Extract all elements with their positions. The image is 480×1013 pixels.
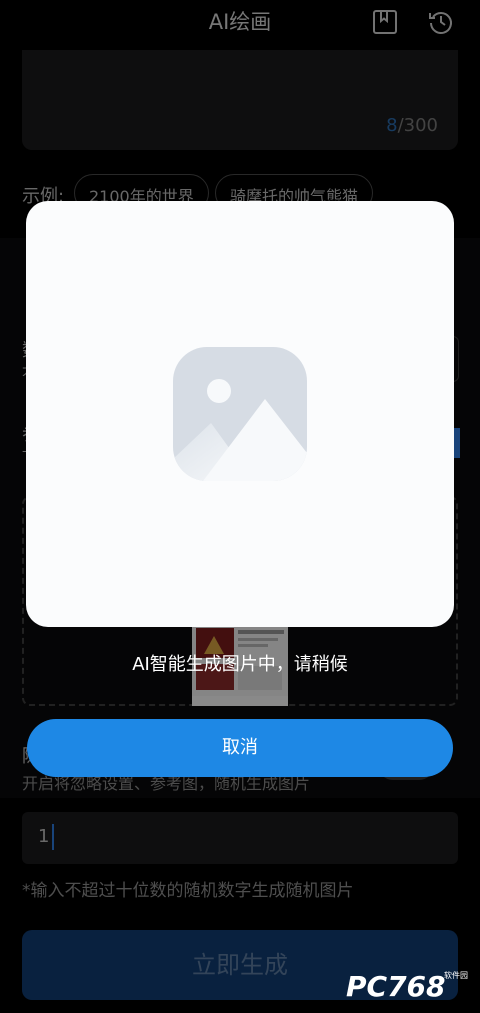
cancel-button[interactable]: 取消 [27,719,453,777]
watermark-logo: PC768 软件园 [342,968,472,1004]
svg-text:软件园: 软件园 [444,970,468,980]
image-placeholder-icon [173,347,307,481]
loading-dialog [26,201,454,627]
svg-text:PC768: PC768 [346,970,446,1003]
loading-message: AI智能生成图片中，请稍候 [132,654,348,675]
